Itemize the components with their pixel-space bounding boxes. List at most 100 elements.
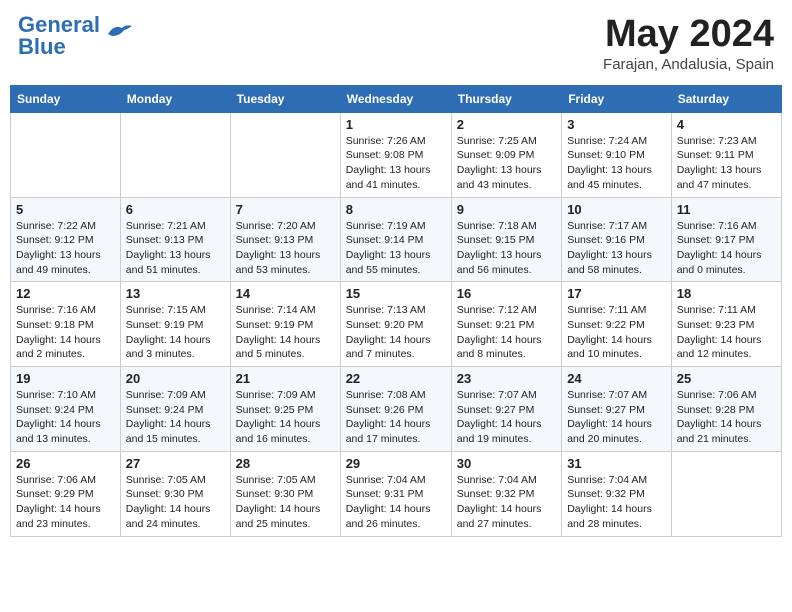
day-number: 22 <box>346 371 446 386</box>
calendar-cell: 5Sunrise: 7:22 AMSunset: 9:12 PMDaylight… <box>11 197 121 282</box>
logo-bird-icon <box>104 20 136 49</box>
calendar-cell: 23 Sunrise: 7:07 AMSunset: 9:27 PMDayligh… <box>451 367 561 452</box>
header: General Blue May 2024 Farajan, Andalusia… <box>10 10 782 77</box>
day-number: 27 <box>126 456 225 471</box>
calendar-cell: 18Sunrise: 7:11 AMSunset: 9:23 PMDayligh… <box>671 282 781 367</box>
day-info: Sunrise: 7:14 AMSunset: 9:19 PMDaylight:… <box>236 303 335 362</box>
day-number: 13 <box>126 286 225 301</box>
calendar-cell: 2Sunrise: 7:25 AMSunset: 9:09 PMDaylight… <box>451 112 561 197</box>
calendar-cell: 21 Sunrise: 7:09 AMSunset: 9:25 PMDayligh… <box>230 367 340 452</box>
day-info: Sunrise: 7:06 AMSunset: 9:29 PMDaylight:… <box>16 473 115 532</box>
day-info: Sunrise: 7:17 AMSunset: 9:16 PMDaylight:… <box>567 219 666 278</box>
weekday-header-thursday: Thursday <box>451 85 561 112</box>
day-number: 21 <box>236 371 335 386</box>
calendar-cell: 31Sunrise: 7:04 AMSunset: 9:32 PMDayligh… <box>562 451 672 536</box>
day-number: 25 <box>677 371 776 386</box>
day-info: Sunrise: 7:15 AMSunset: 9:19 PMDaylight:… <box>126 303 225 362</box>
calendar-cell: 6 Sunrise: 7:21 AMSunset: 9:13 PMDaylight… <box>120 197 230 282</box>
calendar-week-row: 12 Sunrise: 7:16 AMSunset: 9:18 PMDayligh… <box>11 282 782 367</box>
day-info: Sunrise: 7:19 AMSunset: 9:14 PMDaylight:… <box>346 219 446 278</box>
calendar-cell <box>11 112 121 197</box>
calendar-cell: 11 Sunrise: 7:16 AMSunset: 9:17 PMDayligh… <box>671 197 781 282</box>
day-number: 17 <box>567 286 666 301</box>
day-info: Sunrise: 7:20 AMSunset: 9:13 PMDaylight:… <box>236 219 335 278</box>
day-number: 8 <box>346 202 446 217</box>
month-title: May 2024 <box>603 14 774 56</box>
calendar-cell: 16 Sunrise: 7:12 AMSunset: 9:21 PMDayligh… <box>451 282 561 367</box>
calendar-cell: 29Sunrise: 7:04 AMSunset: 9:31 PMDayligh… <box>340 451 451 536</box>
weekday-header-friday: Friday <box>562 85 672 112</box>
day-info: Sunrise: 7:05 AMSunset: 9:30 PMDaylight:… <box>236 473 335 532</box>
day-number: 5 <box>16 202 115 217</box>
day-info: Sunrise: 7:06 AMSunset: 9:28 PMDaylight:… <box>677 388 776 447</box>
calendar-week-row: 26 Sunrise: 7:06 AMSunset: 9:29 PMDayligh… <box>11 451 782 536</box>
day-info: Sunrise: 7:26 AMSunset: 9:08 PMDaylight:… <box>346 134 446 193</box>
day-number: 24 <box>567 371 666 386</box>
calendar-cell: 15 Sunrise: 7:13 AMSunset: 9:20 PMDayligh… <box>340 282 451 367</box>
day-info: Sunrise: 7:16 AMSunset: 9:18 PMDaylight:… <box>16 303 115 362</box>
calendar-cell: 26 Sunrise: 7:06 AMSunset: 9:29 PMDayligh… <box>11 451 121 536</box>
calendar-cell: 28 Sunrise: 7:05 AMSunset: 9:30 PMDayligh… <box>230 451 340 536</box>
day-info: Sunrise: 7:05 AMSunset: 9:30 PMDaylight:… <box>126 473 225 532</box>
calendar-cell: 10 Sunrise: 7:17 AMSunset: 9:16 PMDayligh… <box>562 197 672 282</box>
calendar-week-row: 1 Sunrise: 7:26 AMSunset: 9:08 PMDaylight… <box>11 112 782 197</box>
day-number: 20 <box>126 371 225 386</box>
day-info: Sunrise: 7:09 AMSunset: 9:24 PMDaylight:… <box>126 388 225 447</box>
calendar-week-row: 19Sunrise: 7:10 AMSunset: 9:24 PMDayligh… <box>11 367 782 452</box>
day-number: 16 <box>457 286 556 301</box>
day-info: Sunrise: 7:21 AMSunset: 9:13 PMDaylight:… <box>126 219 225 278</box>
calendar-cell: 14 Sunrise: 7:14 AMSunset: 9:19 PMDayligh… <box>230 282 340 367</box>
day-info: Sunrise: 7:09 AMSunset: 9:25 PMDaylight:… <box>236 388 335 447</box>
day-number: 15 <box>346 286 446 301</box>
calendar-cell: 19Sunrise: 7:10 AMSunset: 9:24 PMDayligh… <box>11 367 121 452</box>
weekday-header-saturday: Saturday <box>671 85 781 112</box>
day-number: 2 <box>457 117 556 132</box>
day-info: Sunrise: 7:16 AMSunset: 9:17 PMDaylight:… <box>677 219 776 278</box>
day-number: 23 <box>457 371 556 386</box>
logo-general: General <box>18 14 100 36</box>
day-number: 12 <box>16 286 115 301</box>
calendar-cell <box>671 451 781 536</box>
calendar-cell: 4Sunrise: 7:23 AMSunset: 9:11 PMDaylight… <box>671 112 781 197</box>
day-number: 26 <box>16 456 115 471</box>
weekday-header-tuesday: Tuesday <box>230 85 340 112</box>
day-number: 1 <box>346 117 446 132</box>
day-number: 18 <box>677 286 776 301</box>
weekday-header-wednesday: Wednesday <box>340 85 451 112</box>
day-info: Sunrise: 7:07 AMSunset: 9:27 PMDaylight:… <box>567 388 666 447</box>
day-info: Sunrise: 7:24 AMSunset: 9:10 PMDaylight:… <box>567 134 666 193</box>
day-info: Sunrise: 7:04 AMSunset: 9:32 PMDaylight:… <box>457 473 556 532</box>
day-info: Sunrise: 7:23 AMSunset: 9:11 PMDaylight:… <box>677 134 776 193</box>
day-number: 3 <box>567 117 666 132</box>
day-number: 6 <box>126 202 225 217</box>
day-info: Sunrise: 7:07 AMSunset: 9:27 PMDaylight:… <box>457 388 556 447</box>
day-number: 10 <box>567 202 666 217</box>
calendar-week-row: 5Sunrise: 7:22 AMSunset: 9:12 PMDaylight… <box>11 197 782 282</box>
calendar-table: SundayMondayTuesdayWednesdayThursdayFrid… <box>10 85 782 537</box>
calendar-cell: 25 Sunrise: 7:06 AMSunset: 9:28 PMDayligh… <box>671 367 781 452</box>
day-info: Sunrise: 7:12 AMSunset: 9:21 PMDaylight:… <box>457 303 556 362</box>
calendar-cell: 24 Sunrise: 7:07 AMSunset: 9:27 PMDayligh… <box>562 367 672 452</box>
logo-blue: Blue <box>18 36 100 58</box>
weekday-header-monday: Monday <box>120 85 230 112</box>
day-info: Sunrise: 7:13 AMSunset: 9:20 PMDaylight:… <box>346 303 446 362</box>
page-container: General Blue May 2024 Farajan, Andalusia… <box>10 10 782 537</box>
calendar-cell: 30 Sunrise: 7:04 AMSunset: 9:32 PMDayligh… <box>451 451 561 536</box>
day-number: 14 <box>236 286 335 301</box>
title-block: May 2024 Farajan, Andalusia, Spain <box>603 14 774 73</box>
day-number: 7 <box>236 202 335 217</box>
calendar-cell <box>230 112 340 197</box>
day-number: 31 <box>567 456 666 471</box>
calendar-cell <box>120 112 230 197</box>
day-number: 29 <box>346 456 446 471</box>
calendar-cell: 20 Sunrise: 7:09 AMSunset: 9:24 PMDayligh… <box>120 367 230 452</box>
day-number: 19 <box>16 371 115 386</box>
day-number: 30 <box>457 456 556 471</box>
calendar-cell: 7 Sunrise: 7:20 AMSunset: 9:13 PMDaylight… <box>230 197 340 282</box>
calendar-cell: 13 Sunrise: 7:15 AMSunset: 9:19 PMDayligh… <box>120 282 230 367</box>
day-number: 28 <box>236 456 335 471</box>
day-number: 11 <box>677 202 776 217</box>
calendar-header-row: SundayMondayTuesdayWednesdayThursdayFrid… <box>11 85 782 112</box>
calendar-cell: 27 Sunrise: 7:05 AMSunset: 9:30 PMDayligh… <box>120 451 230 536</box>
day-info: Sunrise: 7:18 AMSunset: 9:15 PMDaylight:… <box>457 219 556 278</box>
